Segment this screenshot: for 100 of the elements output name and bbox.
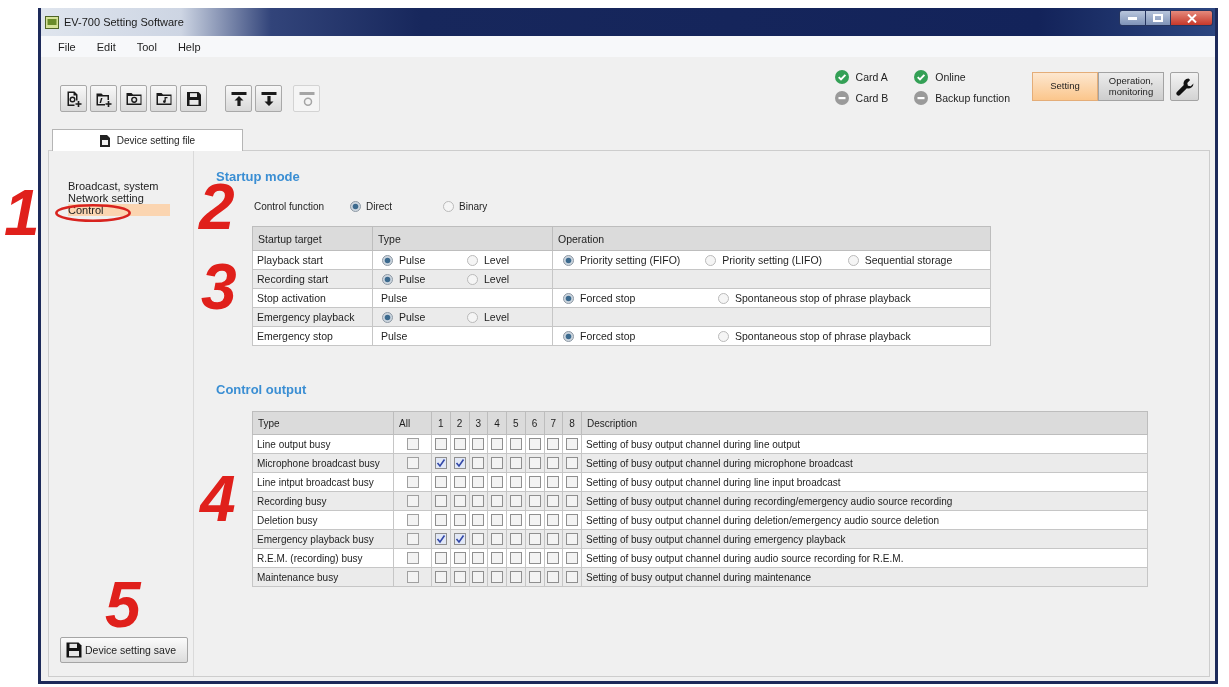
checkbox[interactable] (406, 457, 419, 469)
checkbox[interactable] (434, 495, 447, 507)
checkbox[interactable] (406, 552, 419, 564)
toolbar-button[interactable] (180, 85, 207, 112)
checkbox[interactable] (566, 438, 579, 450)
checkbox[interactable] (509, 571, 522, 583)
checkbox[interactable] (566, 533, 579, 545)
checkbox[interactable] (406, 438, 419, 450)
radio-button[interactable] (443, 200, 454, 212)
checkbox[interactable] (528, 476, 541, 488)
radio-button[interactable] (467, 273, 478, 285)
radio-button[interactable] (467, 254, 478, 266)
checkbox[interactable] (547, 552, 560, 564)
checkbox[interactable] (547, 476, 560, 488)
checkbox[interactable] (491, 552, 504, 564)
checkbox[interactable] (547, 438, 560, 450)
tab[interactable]: Device setting file (52, 129, 243, 151)
checkbox[interactable] (528, 552, 541, 564)
radio-button[interactable] (350, 200, 361, 212)
maximize-button[interactable] (1146, 10, 1171, 26)
checkbox[interactable] (406, 476, 419, 488)
checkbox[interactable] (509, 476, 522, 488)
toolbar-button[interactable] (120, 85, 147, 112)
checkbox[interactable] (528, 533, 541, 545)
radio-button[interactable] (563, 330, 574, 342)
checkbox[interactable] (566, 514, 579, 526)
checkbox[interactable] (509, 438, 522, 450)
radio-button[interactable] (382, 273, 393, 285)
checkbox[interactable] (472, 533, 485, 545)
checkbox[interactable] (509, 533, 522, 545)
settings-button[interactable] (1170, 72, 1199, 101)
radio-button[interactable] (718, 292, 729, 304)
menu-item[interactable]: Edit (96, 40, 116, 53)
checkbox[interactable] (453, 533, 466, 545)
sidebar-item[interactable]: Network setting (68, 192, 170, 204)
checkbox[interactable] (434, 476, 447, 488)
checkbox[interactable] (472, 457, 485, 469)
checkbox[interactable] (566, 552, 579, 564)
checkbox[interactable] (453, 476, 466, 488)
radio-button[interactable] (563, 254, 574, 266)
menu-item[interactable]: Tool (136, 40, 157, 53)
checkbox[interactable] (547, 514, 560, 526)
checkbox[interactable] (547, 495, 560, 507)
mode-button[interactable]: Setting (1032, 72, 1098, 101)
toolbar-button[interactable] (225, 85, 252, 112)
checkbox[interactable] (406, 514, 419, 526)
toolbar-button[interactable] (90, 85, 117, 112)
close-button[interactable] (1171, 10, 1213, 26)
checkbox[interactable] (566, 476, 579, 488)
checkbox[interactable] (434, 533, 447, 545)
checkbox[interactable] (434, 457, 447, 469)
checkbox[interactable] (491, 533, 504, 545)
checkbox[interactable] (406, 533, 419, 545)
checkbox[interactable] (453, 495, 466, 507)
checkbox[interactable] (491, 514, 504, 526)
checkbox[interactable] (472, 514, 485, 526)
checkbox[interactable] (528, 571, 541, 583)
menu-item[interactable]: Help (177, 40, 201, 53)
checkbox[interactable] (453, 571, 466, 583)
checkbox[interactable] (491, 495, 504, 507)
checkbox[interactable] (547, 457, 560, 469)
toolbar-button[interactable] (60, 85, 87, 112)
checkbox[interactable] (434, 571, 447, 583)
checkbox[interactable] (453, 438, 466, 450)
checkbox[interactable] (528, 438, 541, 450)
checkbox[interactable] (547, 571, 560, 583)
radio-button[interactable] (382, 311, 393, 323)
checkbox[interactable] (491, 457, 504, 469)
checkbox[interactable] (406, 571, 419, 583)
radio-button[interactable] (382, 254, 393, 266)
mode-button[interactable]: Operation, monitoring (1098, 72, 1164, 101)
radio-button[interactable] (718, 330, 729, 342)
checkbox[interactable] (509, 457, 522, 469)
checkbox[interactable] (491, 476, 504, 488)
checkbox[interactable] (566, 495, 579, 507)
checkbox[interactable] (509, 514, 522, 526)
checkbox[interactable] (491, 438, 504, 450)
checkbox[interactable] (472, 476, 485, 488)
checkbox[interactable] (547, 533, 560, 545)
checkbox[interactable] (566, 571, 579, 583)
menu-item[interactable]: File (58, 40, 76, 53)
sidebar-item[interactable]: Broadcast, system (68, 180, 170, 192)
checkbox[interactable] (406, 495, 419, 507)
checkbox[interactable] (528, 495, 541, 507)
checkbox[interactable] (472, 438, 485, 450)
minimize-button[interactable] (1119, 10, 1146, 26)
checkbox[interactable] (472, 495, 485, 507)
checkbox[interactable] (472, 571, 485, 583)
toolbar-button[interactable] (150, 85, 177, 112)
radio-button[interactable] (563, 292, 574, 304)
checkbox[interactable] (509, 552, 522, 564)
checkbox[interactable] (528, 457, 541, 469)
radio-button[interactable] (705, 254, 717, 266)
checkbox[interactable] (491, 571, 504, 583)
checkbox[interactable] (434, 514, 447, 526)
radio-button[interactable] (847, 254, 859, 266)
save-button[interactable]: Device setting save (60, 637, 188, 663)
radio-button[interactable] (467, 311, 478, 323)
checkbox[interactable] (453, 552, 466, 564)
checkbox[interactable] (453, 457, 466, 469)
